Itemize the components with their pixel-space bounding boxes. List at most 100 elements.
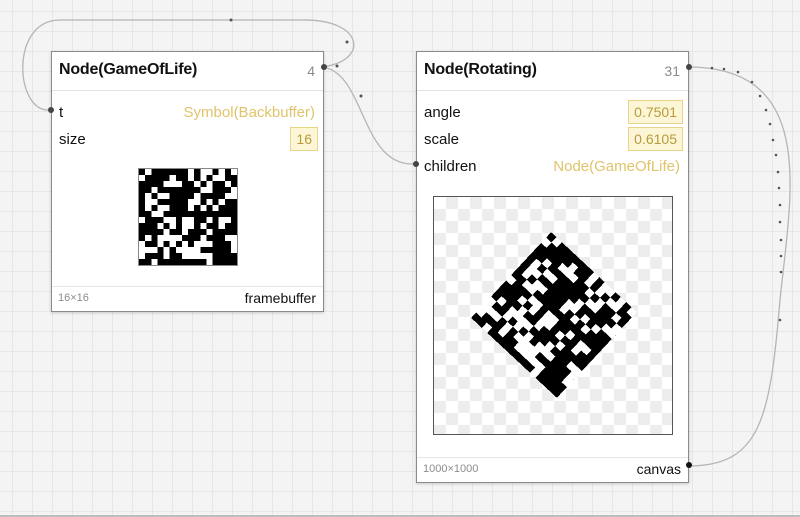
cell xyxy=(194,253,201,259)
cell xyxy=(224,181,231,187)
cell xyxy=(151,211,158,217)
cell xyxy=(169,241,176,247)
cell xyxy=(200,223,207,229)
cell xyxy=(230,193,237,199)
cell xyxy=(163,235,170,241)
node-footer: 1000×1000 canvas xyxy=(417,457,688,482)
cell xyxy=(145,247,152,253)
wire-gol-output-to-children xyxy=(320,66,414,165)
cell xyxy=(194,193,201,199)
cell xyxy=(157,241,164,247)
input-port-t[interactable] xyxy=(48,107,54,113)
cell xyxy=(151,199,158,205)
cell xyxy=(206,217,213,223)
cell xyxy=(139,253,146,259)
cell xyxy=(200,205,207,211)
cell xyxy=(188,223,195,229)
framebuffer-preview xyxy=(138,168,238,266)
cell xyxy=(200,175,207,181)
cell xyxy=(200,253,207,259)
cell xyxy=(200,241,207,247)
cell xyxy=(163,247,170,253)
cell xyxy=(169,223,176,229)
node-title: Node(Rotating) xyxy=(424,61,537,78)
cell xyxy=(181,223,188,229)
param-row-children[interactable]: children Node(GameOfLife) xyxy=(417,154,688,178)
cell xyxy=(157,193,164,199)
cell xyxy=(200,235,207,241)
cell xyxy=(230,187,237,193)
cell xyxy=(157,235,164,241)
cell xyxy=(194,247,201,253)
cell xyxy=(188,199,195,205)
cell xyxy=(163,253,170,259)
output-size: 1000×1000 xyxy=(423,463,479,475)
cell xyxy=(145,169,152,175)
cell xyxy=(157,205,164,211)
cell xyxy=(206,187,213,193)
param-row-size[interactable]: size 16 xyxy=(52,127,323,151)
cell xyxy=(194,241,201,247)
node-id: 31 xyxy=(664,63,680,79)
cell xyxy=(200,169,207,175)
cell xyxy=(175,181,182,187)
cell xyxy=(157,223,164,229)
param-value-children[interactable]: Node(GameOfLife) xyxy=(553,158,680,175)
cell xyxy=(206,259,213,265)
param-row-scale[interactable]: scale 0.6105 xyxy=(417,127,688,151)
node-header[interactable]: Node(Rotating) 31 xyxy=(417,52,688,91)
cell xyxy=(151,247,158,253)
cell xyxy=(163,181,170,187)
cell xyxy=(224,193,231,199)
param-label-scale: scale xyxy=(424,131,460,148)
rotated-framebuffer xyxy=(471,232,637,398)
cell xyxy=(218,223,225,229)
cell xyxy=(200,187,207,193)
wire-rotating-output-to-canvas xyxy=(687,66,791,467)
param-label-angle: angle xyxy=(424,104,461,121)
cell xyxy=(188,169,195,175)
cell xyxy=(188,247,195,253)
cell xyxy=(218,199,225,205)
param-input-angle[interactable]: 0.7501 xyxy=(628,100,683,124)
param-label-t: t xyxy=(59,104,64,121)
param-input-size[interactable]: 16 xyxy=(290,127,318,151)
cell xyxy=(230,235,237,241)
cell xyxy=(181,241,188,247)
param-row-angle[interactable]: angle 0.7501 xyxy=(417,100,688,124)
cell xyxy=(218,169,225,175)
cell xyxy=(151,259,158,265)
node-rotating[interactable]: Node(Rotating) 31 angle 0.7501 scale 0.6… xyxy=(413,51,692,483)
cell xyxy=(139,241,146,247)
output-port[interactable] xyxy=(321,64,327,70)
cell xyxy=(194,199,201,205)
cell xyxy=(163,193,170,199)
cell xyxy=(175,247,182,253)
input-port-children[interactable] xyxy=(413,161,419,167)
cell xyxy=(230,247,237,253)
cell xyxy=(169,235,176,241)
cell xyxy=(218,175,225,181)
output-port[interactable] xyxy=(686,64,692,70)
cell xyxy=(230,169,237,175)
cell xyxy=(181,253,188,259)
cell xyxy=(139,175,146,181)
output-type: canvas xyxy=(636,461,681,477)
cell xyxy=(188,217,195,223)
output-type: framebuffer xyxy=(244,290,316,306)
cell xyxy=(139,247,146,253)
node-gameoflife[interactable]: Node(GameOfLife) 4 t Symbol(Backbuffer) … xyxy=(48,51,327,312)
cell xyxy=(206,181,213,187)
canvas-output-port[interactable] xyxy=(686,462,692,468)
cell xyxy=(181,247,188,253)
cell xyxy=(224,217,231,223)
param-value-t[interactable]: Symbol(Backbuffer) xyxy=(184,104,315,121)
cell xyxy=(206,241,213,247)
param-input-scale[interactable]: 0.6105 xyxy=(628,127,683,151)
cell xyxy=(188,253,195,259)
output-size: 16×16 xyxy=(58,292,89,304)
node-header[interactable]: Node(GameOfLife) 4 xyxy=(52,52,323,91)
cell xyxy=(206,229,213,235)
param-row-t[interactable]: t Symbol(Backbuffer) xyxy=(52,100,323,124)
cell xyxy=(188,205,195,211)
